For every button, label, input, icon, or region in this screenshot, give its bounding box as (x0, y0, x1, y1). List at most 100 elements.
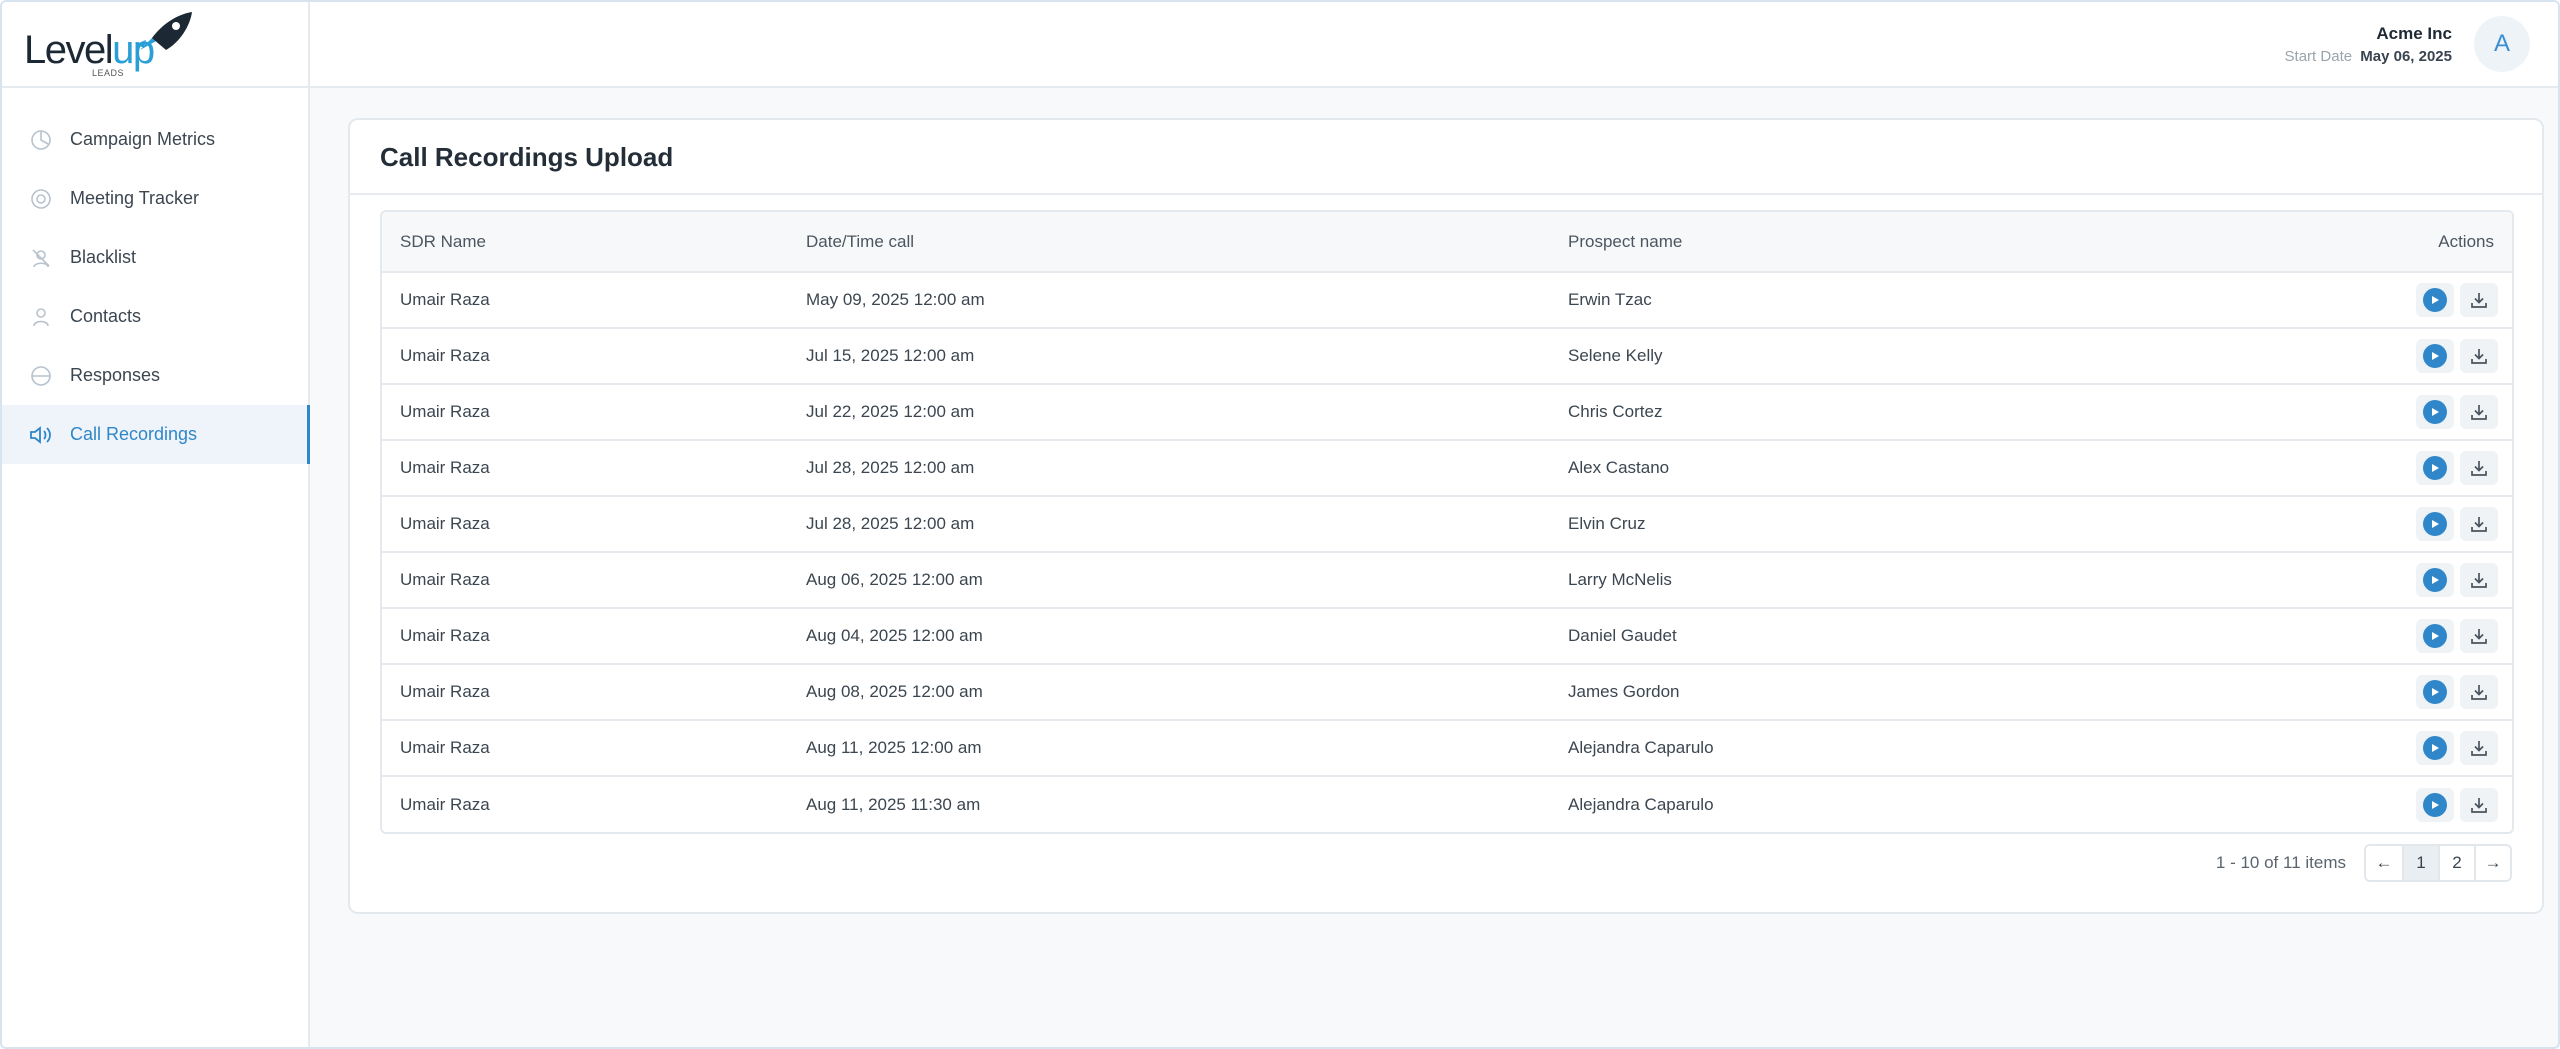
download-icon (2471, 741, 2487, 756)
company-info: Acme Inc Start Date May 06, 2025 (2285, 24, 2452, 65)
cell-sdr-name: Umair Raza (400, 738, 490, 757)
table-row: Umair Raza Jul 22, 2025 12:00 am Chris Cor… (382, 384, 2512, 440)
download-button[interactable] (2460, 451, 2498, 485)
cell-prospect-name: Daniel Gaudet (1568, 626, 1677, 645)
pagination: 1 - 10 of 11 items ← 1 2 → (2216, 844, 2512, 882)
sidebar-nav: Campaign Metrics Meeting Tracker Blacklist… (2, 88, 310, 464)
top-header: Acme Inc Start Date May 06, 2025 A (310, 2, 2558, 88)
play-icon (2423, 624, 2447, 648)
avatar[interactable]: A (2474, 16, 2530, 72)
play-icon (2423, 344, 2447, 368)
download-button[interactable] (2460, 731, 2498, 765)
table-row: Umair Raza Aug 04, 2025 12:00 am Daniel Ga… (382, 608, 2512, 664)
table-row: Umair Raza May 09, 2025 12:00 am Erwin Tza… (382, 272, 2512, 328)
cell-datetime: Jul 28, 2025 12:00 am (806, 514, 975, 533)
play-button[interactable] (2416, 339, 2454, 373)
download-button[interactable] (2460, 283, 2498, 317)
column-header-actions: Actions (2438, 231, 2494, 251)
play-icon (2423, 400, 2447, 424)
levelup-logo[interactable]: Levelup LEADS (24, 10, 192, 80)
rocket-icon (136, 12, 192, 50)
play-icon (2423, 568, 2447, 592)
cell-sdr-name: Umair Raza (400, 346, 490, 365)
download-button[interactable] (2460, 787, 2498, 822)
download-icon (2471, 573, 2487, 588)
column-header-datetime: Date/Time call (806, 231, 915, 251)
cell-actions (2105, 720, 2512, 776)
recordings-card: Call Recordings Upload SDR Name Date/Tim… (348, 118, 2544, 914)
table-row: Umair Raza Aug 06, 2025 12:00 am Larry McN… (382, 552, 2512, 608)
blocked-user-icon (28, 245, 54, 271)
download-icon (2471, 685, 2487, 700)
cell-prospect-name: Alejandra Caparulo (1568, 738, 1714, 757)
cell-sdr-name: Umair Raza (400, 458, 490, 477)
sidebar: Levelup LEADS Campaign Metrics Meeting Tr… (2, 2, 310, 1047)
play-button[interactable] (2416, 451, 2454, 485)
cell-datetime: Jul 28, 2025 12:00 am (806, 458, 975, 477)
cell-prospect-name: James Gordon (1568, 682, 1680, 701)
table-row: Umair Raza Aug 11, 2025 12:00 am Alejandra… (382, 720, 2512, 776)
play-icon (2423, 680, 2447, 704)
sidebar-item-call-recordings[interactable]: Call Recordings (2, 405, 310, 464)
logo-subtext: LEADS (92, 68, 125, 78)
sidebar-item-campaign-metrics[interactable]: Campaign Metrics (2, 110, 308, 169)
sidebar-item-label: Contacts (70, 306, 142, 326)
chart-circle-icon (28, 127, 54, 153)
cell-actions (2105, 664, 2512, 720)
target-icon (28, 186, 54, 212)
download-button[interactable] (2460, 395, 2498, 429)
cell-datetime: Jul 15, 2025 12:00 am (806, 346, 975, 365)
play-button[interactable] (2416, 563, 2454, 597)
sidebar-item-label: Blacklist (70, 247, 137, 267)
cell-sdr-name: Umair Raza (400, 402, 490, 421)
sidebar-item-responses[interactable]: Responses (2, 346, 308, 405)
play-button[interactable] (2416, 395, 2454, 429)
table-row: Umair Raza Aug 11, 2025 11:30 am Alejandra… (382, 776, 2512, 832)
download-icon (2471, 405, 2487, 420)
cell-actions (2105, 272, 2512, 328)
download-button[interactable] (2460, 619, 2498, 653)
cell-actions (2105, 552, 2512, 608)
pagination-controls: ← 1 2 → (2364, 844, 2512, 882)
cell-prospect-name: Elvin Cruz (1568, 514, 1646, 533)
pagination-info: 1 - 10 of 11 items (2215, 853, 2346, 872)
app-frame: Levelup LEADS Campaign Metrics Meeting Tr… (0, 0, 2560, 1049)
download-button[interactable] (2460, 507, 2498, 541)
sidebar-item-meeting-tracker[interactable]: Meeting Tracker (2, 169, 308, 228)
cell-datetime: Aug 08, 2025 12:00 am (806, 682, 983, 701)
sidebar-item-label: Call Recordings (70, 424, 198, 444)
download-icon (2471, 517, 2487, 532)
next-page-button[interactable]: → (2474, 846, 2510, 880)
minus-circle-icon (28, 363, 54, 389)
play-icon (2423, 512, 2447, 536)
download-icon (2471, 797, 2487, 813)
play-button[interactable] (2416, 731, 2454, 765)
page-button-1[interactable]: 1 (2402, 846, 2438, 880)
page-title: Call Recordings Upload (380, 142, 674, 172)
column-header-sdr: SDR Name (400, 231, 486, 251)
play-button[interactable] (2416, 675, 2454, 709)
start-date-label: Start Date (2284, 48, 2353, 65)
cell-prospect-name: Alex Castano (1568, 458, 1670, 477)
play-button[interactable] (2416, 507, 2454, 541)
download-button[interactable] (2460, 675, 2498, 709)
play-button[interactable] (2416, 283, 2454, 317)
recordings-table: SDR Name Date/Time call Prospect name Ac… (380, 210, 2514, 834)
sidebar-item-blacklist[interactable]: Blacklist (2, 228, 308, 287)
play-button[interactable] (2416, 619, 2454, 653)
prev-page-button[interactable]: ← (2366, 846, 2402, 880)
logo-area: Levelup LEADS (2, 2, 308, 88)
cell-sdr-name: Umair Raza (400, 290, 490, 309)
cell-datetime: Aug 04, 2025 12:00 am (806, 626, 983, 645)
sidebar-item-label: Meeting Tracker (70, 188, 200, 208)
column-header-prospect: Prospect name (1568, 231, 1683, 251)
download-button[interactable] (2460, 339, 2498, 373)
table-header-row: SDR Name Date/Time call Prospect name Ac… (382, 212, 2512, 272)
page-button-2[interactable]: 2 (2438, 846, 2474, 880)
sidebar-item-contacts[interactable]: Contacts (2, 287, 308, 346)
download-button[interactable] (2460, 563, 2498, 597)
cell-sdr-name: Umair Raza (400, 794, 490, 814)
cell-datetime: Aug 11, 2025 12:00 am (806, 738, 982, 757)
cell-prospect-name: Selene Kelly (1568, 346, 1663, 365)
play-button[interactable] (2416, 787, 2454, 822)
